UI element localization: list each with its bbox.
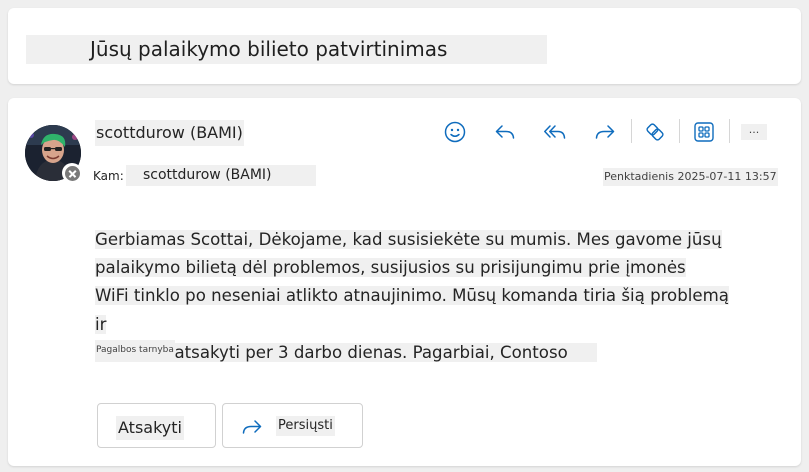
signature: Pagalbos tarnyba (95, 340, 175, 360)
toolbar-divider (679, 119, 680, 143)
body-line: Gerbiamas Scottai, Dėkojame, kad susisie… (95, 230, 722, 249)
emoji-icon[interactable] (441, 119, 469, 145)
body-line: palaikymo bilietą dėl problemos, susijus… (95, 258, 686, 278)
presence-blocked-icon (62, 163, 82, 183)
message-body: Gerbiamas Scottai, Dėkojame, kad susisie… (95, 226, 735, 367)
reply-all-icon[interactable] (541, 119, 569, 145)
forward-button-label: Persiųsti (276, 416, 335, 436)
forward-icon[interactable] (591, 119, 619, 145)
reply-button-label: Atsakyti (116, 416, 184, 440)
apps-icon[interactable] (690, 119, 718, 145)
sender-name[interactable]: scottdurow (BAMI) (95, 120, 244, 146)
toolbar-divider (729, 119, 730, 143)
loop-icon[interactable] (641, 119, 669, 145)
body-line: WiFi tinklo po neseniai atlikto atnaujin… (95, 286, 729, 334)
forward-button[interactable]: Persiųsti (222, 403, 363, 448)
more-actions-button[interactable]: ... (741, 124, 767, 140)
reply-button[interactable]: Atsakyti (97, 403, 216, 448)
toolbar-divider (631, 119, 632, 143)
reply-icon[interactable] (491, 119, 519, 145)
message-date: Penktadienis 2025-07-11 13:57 (603, 168, 778, 186)
recipient-name[interactable]: scottdurow (BAMI) (126, 165, 316, 186)
email-subject: Jūsų palaikymo bilieto patvirtinimas (26, 35, 547, 64)
to-label: Kam: (93, 169, 124, 183)
forward-icon (242, 420, 262, 434)
